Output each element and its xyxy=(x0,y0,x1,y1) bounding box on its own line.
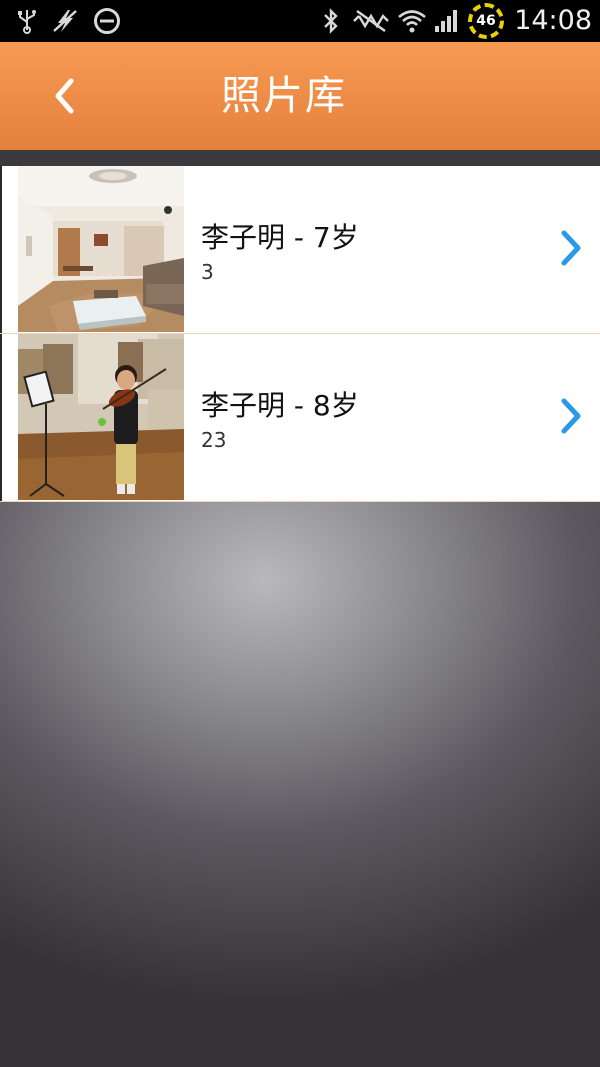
do-not-disturb-icon xyxy=(92,0,122,42)
battery-icon: 46 xyxy=(468,3,504,39)
bluetooth-icon xyxy=(318,0,344,42)
clock: 14:08 xyxy=(514,5,592,36)
album-thumbnail xyxy=(18,334,184,500)
album-photo-count: 23 xyxy=(201,428,227,452)
boy-violin-photo xyxy=(18,334,184,500)
chevron-right-icon xyxy=(561,230,581,266)
usb-icon xyxy=(14,0,40,42)
header-divider xyxy=(0,150,600,166)
signal-icon xyxy=(432,0,462,42)
battery-level: 46 xyxy=(476,13,496,29)
living-room-photo xyxy=(18,166,184,332)
back-button[interactable] xyxy=(34,64,94,128)
album-list: 李子明 - 7岁 3 李子明 - 8岁 23 xyxy=(0,166,600,502)
status-bar: 46 14:08 xyxy=(0,0,600,42)
album-thumbnail xyxy=(18,166,184,332)
album-row[interactable]: 李子明 - 8岁 23 xyxy=(0,334,600,502)
wifi-icon xyxy=(396,0,428,42)
album-row[interactable]: 李子明 - 7岁 3 xyxy=(0,166,600,334)
album-name: 李子明 - 8岁 xyxy=(201,389,359,422)
album-name: 李子明 - 7岁 xyxy=(201,221,359,254)
app-bar: 照片库 xyxy=(0,42,600,150)
mute-icon xyxy=(350,0,392,42)
chevron-right-icon xyxy=(561,398,581,434)
album-photo-count: 3 xyxy=(201,260,214,284)
chevron-left-icon xyxy=(55,78,74,114)
flash-off-icon xyxy=(50,0,80,42)
